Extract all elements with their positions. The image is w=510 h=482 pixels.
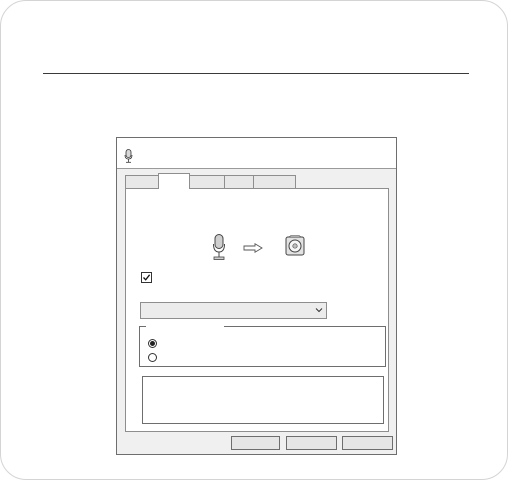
cancel-button[interactable] [286,436,337,450]
apply-button[interactable] [342,436,393,450]
tab-levels[interactable] [189,175,225,188]
dialog-titlebar[interactable] [117,138,396,169]
microphone-icon [213,234,225,260]
radio-continue-running[interactable] [148,339,157,348]
microphone-icon [124,149,133,163]
header-divider [43,73,469,74]
radio-dot [150,341,155,346]
group-title [146,320,224,332]
checkmark-icon [143,274,151,281]
radio-disable-automatically[interactable] [148,353,157,362]
tab-panel [125,188,389,432]
microphone-properties-dialog [116,137,397,455]
chevron-down-icon [315,308,323,313]
tab-advanced[interactable] [253,175,296,188]
playback-device-select[interactable] [140,302,327,319]
ok-button[interactable] [231,436,280,450]
tab-general[interactable] [125,175,159,188]
tab-enhancements[interactable] [224,175,254,188]
tab-listen[interactable] [158,173,190,189]
power-management-group [139,320,386,367]
speaker-icon [285,235,305,256]
info-text-box [142,376,384,424]
listen-checkbox[interactable] [141,272,152,283]
page-card [0,0,508,480]
arrow-right-icon [243,243,263,253]
